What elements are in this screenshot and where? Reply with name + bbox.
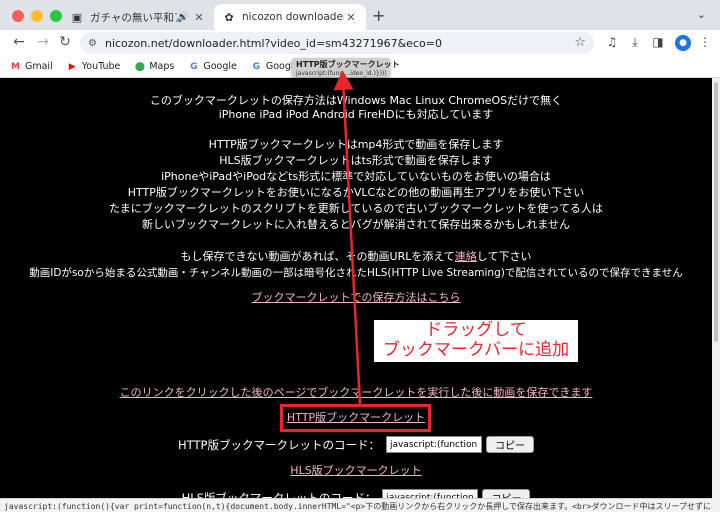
http-copy-button[interactable]: コピー <box>485 436 534 453</box>
http-code-input[interactable] <box>385 436 482 453</box>
tab-gacha[interactable]: ▣ ガチャの無い平和アクション 🔊 ✕ <box>62 4 214 30</box>
scrollbar-thumb[interactable] <box>714 82 718 342</box>
menu-kebab-icon[interactable]: ⋮ <box>697 35 713 49</box>
speaker-icon[interactable]: 🔊 <box>177 12 189 23</box>
side-panel-icon[interactable]: ◨ <box>650 35 666 49</box>
address-bar[interactable]: ⚙ nicozon.net/downloader.html?video_id=s… <box>80 32 594 54</box>
click-link-line: このリンクをクリックした後のページでブックマークレットを実行した後に動画を保存で… <box>0 386 712 400</box>
info-line-6: 新しいブックマークレットに入れ替えるとバグが解消されて保存出来るかもしれません <box>141 218 570 231</box>
drag-instruction-annotation: ドラッグして ブックマークバーに追加 <box>374 320 578 362</box>
link-status-bubble: javascript:(function(){var print=functio… <box>0 498 712 512</box>
media-control-icon[interactable]: ♫ <box>604 35 620 49</box>
google-icon: G <box>190 61 198 72</box>
encryption-notice: 動画IDがsoから始まる公式動画・チャンネル動画の一部は暗号化されたHLS(HT… <box>29 267 683 279</box>
hls-bookmarklet-line: HLS版ブックマークレット <box>0 464 712 478</box>
http-code-label: HTTP版ブックマークレットのコード： <box>178 437 380 452</box>
reload-icon[interactable]: ↻ <box>56 34 74 50</box>
info-line-3: iPhoneやiPadやiPodなどts形式に標準で対応していないものをお使いの… <box>161 170 551 183</box>
tab-title: ガチャの無い平和アクション <box>90 11 177 24</box>
maps-icon: ⬤ <box>134 61 145 72</box>
hls-code-row: HLS版ブックマークレットのコード： コピー <box>0 489 712 498</box>
tab-search-icon[interactable]: ⌄ <box>697 8 706 21</box>
close-tab-icon[interactable]: ✕ <box>192 11 206 24</box>
minimize-window-button[interactable] <box>31 10 43 22</box>
browser-toolbar: ← → ↻ ⚙ nicozon.net/downloader.html?vide… <box>0 30 720 56</box>
new-tab-button[interactable]: + <box>372 6 385 25</box>
google-icon: G <box>252 61 261 72</box>
tab-nicozon[interactable]: ✿ nicozon downloader ✕ <box>214 4 366 30</box>
contact-link[interactable]: 連絡 <box>455 250 477 263</box>
dragged-bookmark-title: HTTP版ブックマークレット <box>296 60 400 69</box>
close-tab-icon[interactable]: ✕ <box>344 11 358 24</box>
bookmark-label: Maps <box>149 61 175 72</box>
dragged-bookmark-url: javascript:(func....ideo_id.)})))() <box>296 70 386 77</box>
page-scrollbar[interactable] <box>712 78 720 512</box>
url-text[interactable]: nicozon.net/downloader.html?video_id=sm4… <box>105 37 442 50</box>
http-bookmarklet-link[interactable]: HTTP版ブックマークレット <box>287 411 425 424</box>
bookmark-maps[interactable]: ⬤ Maps <box>134 61 175 72</box>
close-window-button[interactable] <box>12 10 24 22</box>
tab-title: nicozon downloader <box>242 11 344 23</box>
bookmarks-bar: M Gmail ▶ YouTube ⬤ Maps G Google G Goog… <box>0 56 720 78</box>
info-line-1: HTTP版ブックマークレットはmp4形式で動画を保存します <box>208 138 504 151</box>
nicozon-favicon-icon: ✿ <box>224 10 234 24</box>
info-line-2: HLS版ブックマークレットはts形式で動画を保存します <box>219 154 493 167</box>
intro-line-2: iPhone iPad iPod Android FireHDにも対応しています <box>218 108 494 121</box>
annotation-line-1: ドラッグして <box>425 320 527 340</box>
bookmark-label: YouTube <box>81 61 121 72</box>
info-line-5: たまにブックマークレットのスクリプトを更新しているので古いブックマークレットを使… <box>109 202 603 215</box>
site-info-icon[interactable]: ⚙ <box>88 38 97 49</box>
profile-avatar[interactable]: ● <box>675 35 691 51</box>
maximize-window-button[interactable] <box>50 10 62 22</box>
forward-arrow-icon[interactable]: → <box>34 34 52 50</box>
info-line-4: HTTP版ブックマークレットをお使いになるかVLCなどの他の動画再生アプリをお使… <box>127 186 585 199</box>
youtube-icon: ▶ <box>68 61 76 72</box>
hls-bookmarklet-link[interactable]: HLS版ブックマークレット <box>290 464 421 477</box>
back-arrow-icon[interactable]: ← <box>10 34 28 50</box>
dragged-bookmark-preview[interactable]: HTTP版ブックマークレット javascript:(func....ideo_… <box>292 58 400 77</box>
hls-code-input[interactable] <box>382 489 479 498</box>
hls-code-label: HLS版ブックマークレットのコード： <box>181 490 377 499</box>
download-icon[interactable]: ⤓ <box>627 35 643 50</box>
annotation-line-2: ブックマークバーに追加 <box>382 340 570 360</box>
howto-link[interactable]: ブックマークレットでの保存方法はこちら <box>252 291 461 304</box>
tab-strip: ▣ ガチャの無い平和アクション 🔊 ✕ ✿ nicozon downloader… <box>0 0 720 30</box>
contact-text: もし保存できない動画があれば、その動画URLを添えて <box>180 250 455 263</box>
bookmark-gmail[interactable]: M Gmail <box>10 61 53 72</box>
contact-line: もし保存できない動画があれば、その動画URLを添えて連絡して下さい <box>0 250 712 264</box>
gmail-icon: M <box>11 61 20 72</box>
bookmark-label: Google <box>203 61 237 72</box>
hls-copy-button[interactable]: コピー <box>482 489 531 498</box>
tab-favicon-icon: ▣ <box>71 10 83 24</box>
http-bookmarklet-line: HTTP版ブックマークレット <box>0 411 712 425</box>
page-content: このブックマークレットの保存方法はWindows Mac Linux Chrom… <box>0 78 712 498</box>
intro-line-1: このブックマークレットの保存方法はWindows Mac Linux Chrom… <box>149 94 563 107</box>
bookmark-star-icon[interactable]: ☆ <box>574 35 586 50</box>
click-page-link[interactable]: このリンクをクリックした後のページでブックマークレットを実行した後に動画を保存で… <box>120 386 593 399</box>
bookmark-google[interactable]: G Google <box>188 61 237 72</box>
bookmark-youtube[interactable]: ▶ YouTube <box>67 61 121 72</box>
http-code-row: HTTP版ブックマークレットのコード： コピー <box>0 436 712 453</box>
howto-line: ブックマークレットでの保存方法はこちら <box>0 291 712 305</box>
bookmark-label: Gmail <box>25 61 53 72</box>
contact-text-end: して下さい <box>476 250 532 263</box>
